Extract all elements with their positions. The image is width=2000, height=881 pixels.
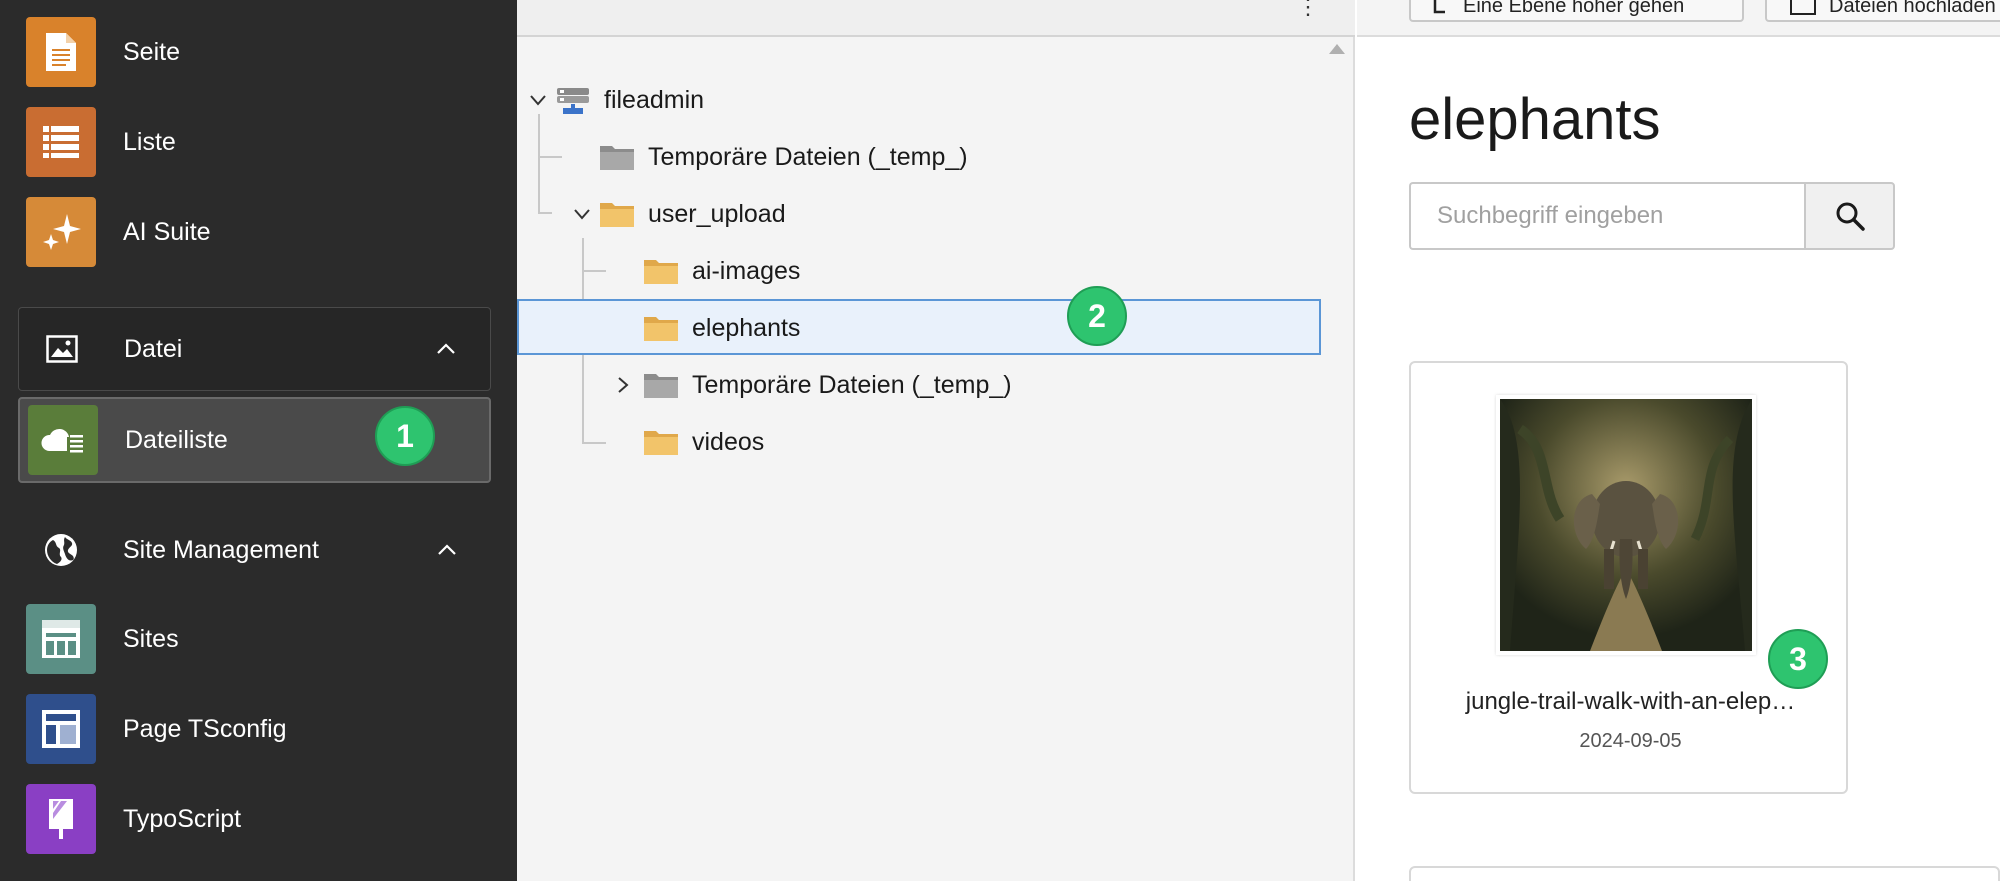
folder-up-icon	[1433, 0, 1445, 14]
file-list-content: Eine Ebene höher gehen Dateien hochladen…	[1357, 0, 2000, 881]
tree-node-temp-nested[interactable]: Temporäre Dateien (_temp_)	[617, 357, 1012, 413]
search-icon	[1836, 202, 1865, 231]
image-icon	[27, 314, 97, 384]
module-sidebar: Seite Liste AI Suite Datei Dateiliste Si…	[0, 0, 517, 881]
tree-node-temp[interactable]: Temporäre Dateien (_temp_)	[599, 129, 968, 185]
chevron-down-icon[interactable]	[529, 94, 547, 106]
file-name[interactable]: jungle-trail-walk-with-an-elep…	[1411, 688, 1850, 716]
module-label: Sites	[123, 624, 179, 653]
module-label: Seite	[123, 37, 180, 66]
group-label: Datei	[124, 334, 183, 363]
search-input[interactable]	[1409, 182, 1804, 250]
tree-label: ai-images	[692, 256, 801, 285]
tree-node-ai-images[interactable]: ai-images	[643, 243, 800, 299]
file-thumbnail[interactable]	[1496, 395, 1756, 655]
page-title: elephants	[1409, 87, 1661, 152]
step-badge-1: 1	[375, 406, 435, 466]
group-site-management-header[interactable]: Site Management	[18, 508, 491, 592]
chevron-up-icon[interactable]	[427, 530, 467, 570]
chevron-down-icon[interactable]	[573, 208, 591, 220]
step-badge-3: 3	[1768, 629, 1828, 689]
module-label: AI Suite	[123, 217, 211, 246]
file-storage-icon	[557, 88, 589, 114]
sites-icon	[26, 604, 96, 674]
tree-label: Temporäre Dateien (_temp_)	[692, 370, 1012, 399]
folder-tree-panel: ⋮ fileadmin Temporäre Dateien (_temp_) u…	[517, 0, 1355, 881]
tree-toolbar: ⋮	[517, 0, 1355, 37]
upload-files-button[interactable]: Dateien hochladen	[1765, 0, 2000, 22]
scroll-up-arrow-icon[interactable]	[1329, 44, 1345, 54]
module-seite[interactable]: Seite	[18, 14, 491, 90]
chevron-right-icon[interactable]	[617, 376, 629, 394]
module-typoscript[interactable]: TypoScript	[18, 781, 491, 857]
typoscript-icon	[26, 784, 96, 854]
elephant-image	[1500, 399, 1752, 651]
folder-icon	[644, 317, 678, 341]
more-options-icon[interactable]: ⋮	[1297, 0, 1319, 20]
module-label: TypoScript	[123, 804, 242, 833]
tree-node-videos[interactable]: videos	[643, 414, 764, 470]
module-liste[interactable]: Liste	[18, 104, 491, 180]
content-toolbar: Eine Ebene höher gehen Dateien hochladen	[1357, 0, 2000, 37]
cloud-list-icon	[28, 405, 98, 475]
module-page-tsconfig[interactable]: Page TSconfig	[18, 691, 491, 767]
tree-label: Temporäre Dateien (_temp_)	[648, 142, 968, 171]
tree-selection-highlight	[517, 299, 1321, 355]
folder-icon	[644, 431, 678, 455]
folder-temp-icon	[644, 374, 678, 398]
tree-label: videos	[692, 427, 765, 456]
tree-node-elephants[interactable]: elephants	[643, 300, 800, 356]
sparkles-icon	[26, 197, 96, 267]
globe-icon	[26, 515, 96, 585]
search-form	[1409, 182, 1895, 250]
file-date: 2024-09-05	[1579, 730, 1682, 752]
module-ai-suite[interactable]: AI Suite	[18, 194, 491, 270]
upload-label: Dateien hochladen	[1829, 0, 1996, 17]
module-sites[interactable]: Sites	[18, 601, 491, 677]
folder-open-icon	[600, 203, 634, 227]
list-icon	[26, 107, 96, 177]
file-card[interactable]: jungle-trail-walk-with-an-elep… 2024-09-…	[1409, 361, 1848, 794]
tree-label: elephants	[692, 313, 801, 342]
tree-label: user_upload	[648, 199, 786, 228]
folder-icon	[644, 260, 678, 284]
layout-icon	[26, 694, 96, 764]
group-datei-header[interactable]: Datei	[18, 307, 491, 391]
tree-node-fileadmin[interactable]: fileadmin	[529, 72, 704, 128]
file-card-next[interactable]	[1409, 866, 2000, 881]
step-badge-2: 2	[1067, 286, 1127, 346]
upload-icon	[1790, 0, 1816, 15]
chevron-up-icon[interactable]	[426, 329, 466, 369]
module-label: Liste	[123, 127, 176, 156]
tree-node-user-upload[interactable]: user_upload	[573, 186, 786, 242]
search-button[interactable]	[1804, 182, 1895, 250]
folder-up-label: Eine Ebene höher gehen	[1463, 0, 1685, 17]
group-label: Site Management	[123, 535, 319, 564]
module-label: Page TSconfig	[123, 714, 287, 743]
folder-up-button[interactable]: Eine Ebene höher gehen	[1409, 0, 1744, 22]
module-label: Dateiliste	[125, 425, 228, 454]
page-icon	[26, 17, 96, 87]
folder-temp-icon	[600, 146, 634, 170]
tree-label: fileadmin	[604, 85, 705, 114]
